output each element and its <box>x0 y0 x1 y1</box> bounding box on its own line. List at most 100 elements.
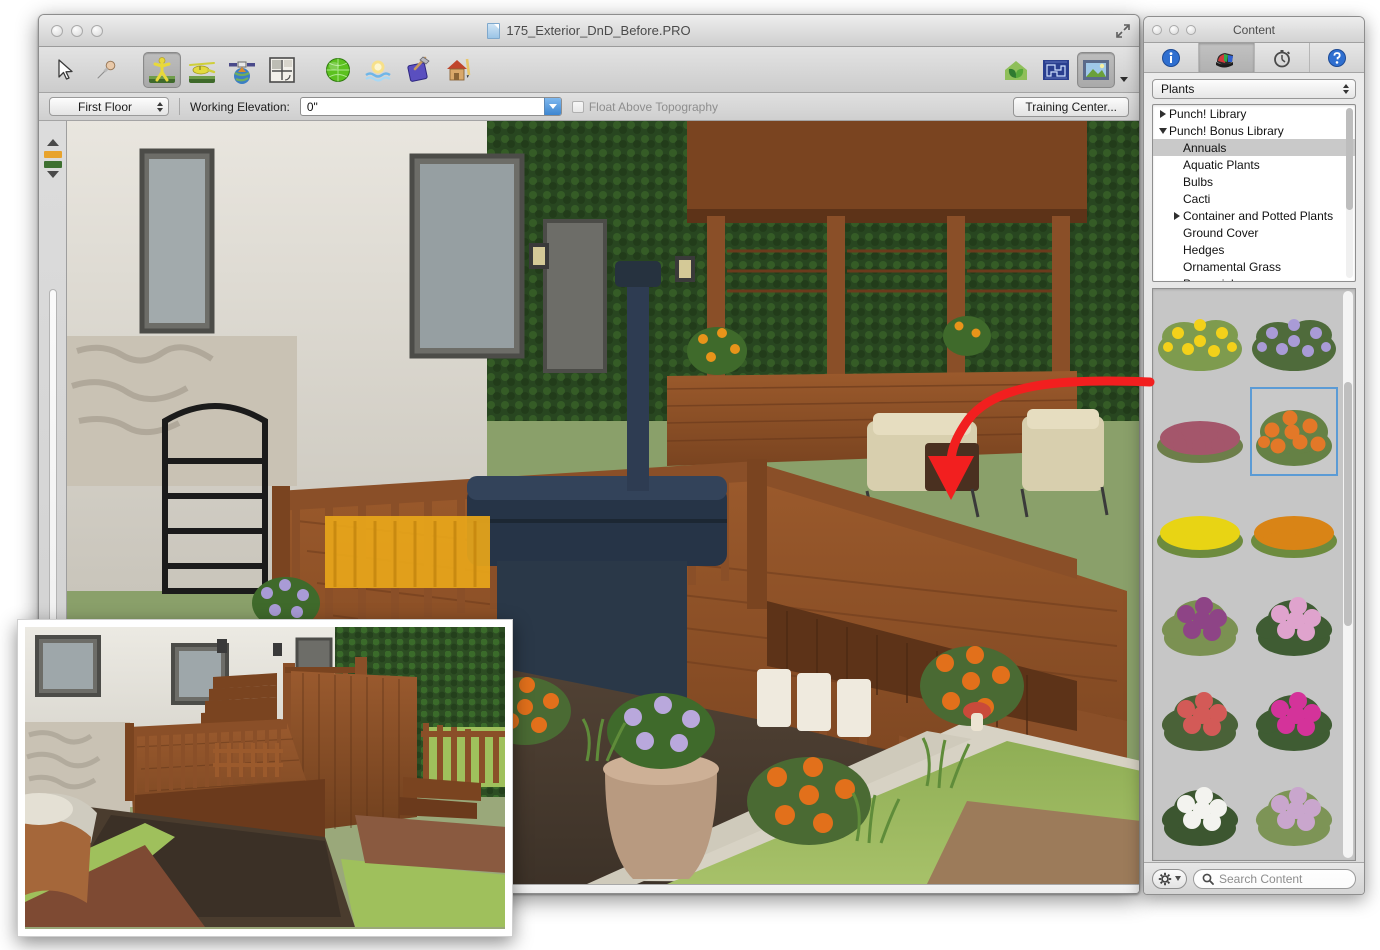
globe-tool[interactable] <box>319 52 357 88</box>
tree-item[interactable]: Bulbs <box>1153 173 1355 190</box>
arrow-select-tool[interactable] <box>47 52 85 88</box>
elevation-band-green <box>44 161 62 168</box>
tree-item[interactable]: Cacti <box>1153 190 1355 207</box>
materials-tool[interactable] <box>399 52 437 88</box>
before-preview-render <box>25 627 505 929</box>
walkthrough-view-tool[interactable] <box>143 52 181 88</box>
blueprint-view[interactable] <box>1037 52 1075 88</box>
tree-item[interactable]: Container and Potted Plants <box>1153 207 1355 224</box>
floor-selector-label: First Floor <box>78 100 132 114</box>
chevron-down-icon[interactable] <box>544 98 561 115</box>
stepper-arrows-icon <box>157 102 163 112</box>
satellite-view-tool[interactable] <box>223 52 261 88</box>
tree-item[interactable]: Aquatic Plants <box>1153 156 1355 173</box>
tree-item-label: Annuals <box>1183 141 1226 155</box>
rendered-3d-view[interactable] <box>1077 52 1115 88</box>
tree-item[interactable]: Punch! Bonus Library <box>1153 122 1355 139</box>
eyedropper-tool[interactable] <box>87 52 125 88</box>
content-actions-button[interactable] <box>1152 869 1187 889</box>
training-center-label: Training Center... <box>1025 100 1117 114</box>
eco-house-view[interactable] <box>997 52 1035 88</box>
tree-item[interactable]: Annuals <box>1153 139 1355 156</box>
tree-item[interactable]: Ornamental Grass <box>1153 258 1355 275</box>
plant-thumbnail-pink-impatiens[interactable] <box>1247 574 1341 669</box>
close-button[interactable] <box>51 25 63 37</box>
document-icon <box>487 23 500 39</box>
category-select[interactable]: Plants <box>1152 79 1356 99</box>
float-above-topography-checkbox[interactable]: Float Above Topography <box>572 100 718 114</box>
view-dropdown-icon[interactable] <box>1117 52 1131 88</box>
plant-thumbnail-red-white-impatiens[interactable] <box>1153 669 1247 764</box>
plant-thumbnail-orange-marigold[interactable] <box>1247 479 1341 574</box>
triangle-down-icon[interactable] <box>47 171 59 178</box>
working-elevation-input[interactable]: 0" <box>300 97 562 116</box>
sun-water-tool[interactable] <box>359 52 397 88</box>
info-tab[interactable] <box>1144 43 1199 72</box>
aerial-view-tool[interactable] <box>183 52 221 88</box>
floor-selector[interactable]: First Floor <box>49 97 169 116</box>
library-tree-scrollbar[interactable] <box>1346 108 1353 278</box>
training-center-button[interactable]: Training Center... <box>1013 97 1129 117</box>
category-select-value: Plants <box>1161 82 1194 96</box>
tree-item-label: Punch! Library <box>1169 107 1246 121</box>
plant-thumbnail-image <box>1248 489 1340 565</box>
plant-thumbnail-magenta-carpet[interactable] <box>1153 384 1247 479</box>
fullscreen-icon[interactable] <box>1115 23 1131 39</box>
zoom-button[interactable] <box>91 25 103 37</box>
library-tree[interactable]: Punch! Library Punch! Bonus Library Annual… <box>1152 104 1356 282</box>
plant-thumbnail-image <box>1154 489 1246 565</box>
working-elevation-value: 0" <box>307 100 318 114</box>
plant-thumbnail-orange-gazania[interactable] <box>1247 384 1341 479</box>
thumbnail-grid-panel[interactable] <box>1152 288 1356 861</box>
main-window-titlebar: 175_Exterior_DnD_Before.PRO <box>39 15 1139 47</box>
window-traffic-lights <box>51 25 103 37</box>
plant-thumbnail-yellow-marigold[interactable] <box>1153 479 1247 574</box>
minimize-button[interactable] <box>71 25 83 37</box>
chevron-right-icon[interactable] <box>1157 110 1169 118</box>
plant-thumbnail-yellow-groundcover[interactable] <box>1153 289 1247 384</box>
content-tab[interactable] <box>1199 43 1254 72</box>
divider <box>179 98 180 115</box>
triangle-up-icon[interactable] <box>47 139 59 146</box>
tree-item[interactable]: Ground Cover <box>1153 224 1355 241</box>
checkbox-box <box>572 101 584 113</box>
plant-thumbnail-white-petunia[interactable] <box>1153 764 1247 859</box>
gear-icon <box>1158 872 1172 886</box>
tree-item-label: Punch! Bonus Library <box>1169 124 1284 138</box>
content-palette-titlebar: Content <box>1144 17 1364 43</box>
tree-resize-handle[interactable] <box>1245 275 1263 280</box>
plant-thumbnail-image <box>1248 299 1340 375</box>
options-bar: First Floor Working Elevation: 0" Float … <box>39 93 1139 121</box>
plant-thumbnail-purple-sage[interactable] <box>1153 574 1247 669</box>
content-palette-window: Content <box>1143 16 1365 895</box>
plant-thumbnail-image <box>1154 679 1246 755</box>
plant-thumbnail-lavender-aster[interactable] <box>1247 289 1341 384</box>
plant-thumbnail-image <box>1248 679 1340 755</box>
tree-item-label: Perennials <box>1183 277 1240 283</box>
tree-item[interactable]: Hedges <box>1153 241 1355 258</box>
timer-tab[interactable] <box>1255 43 1310 72</box>
before-preview-image <box>17 619 513 937</box>
plant-thumbnail-lilac-alyssum[interactable] <box>1247 764 1341 859</box>
tree-item-label: Ornamental Grass <box>1183 260 1281 274</box>
tree-item[interactable]: Punch! Library <box>1153 105 1355 122</box>
magnifier-icon <box>1202 873 1214 885</box>
window-title-group: 175_Exterior_DnD_Before.PRO <box>39 23 1139 39</box>
tree-item-label: Hedges <box>1183 243 1224 257</box>
plant-thumbnail-image <box>1248 584 1340 660</box>
tree-item-label: Ground Cover <box>1183 226 1258 240</box>
plant-thumbnail-magenta-impatiens[interactable] <box>1247 669 1341 764</box>
tree-item-label: Cacti <box>1183 192 1210 206</box>
plant-thumbnail-image <box>1154 299 1246 375</box>
search-input[interactable]: Search Content <box>1193 869 1356 889</box>
house-design-tool[interactable] <box>439 52 477 88</box>
floor-plan-tool[interactable] <box>263 52 301 88</box>
chevron-down-icon <box>1175 876 1181 881</box>
chevron-down-icon[interactable] <box>1157 128 1169 134</box>
window-title: 175_Exterior_DnD_Before.PRO <box>506 23 690 38</box>
search-placeholder: Search Content <box>1219 872 1302 886</box>
help-tab[interactable] <box>1310 43 1364 72</box>
thumbnail-scrollbar[interactable] <box>1343 291 1353 858</box>
elevation-band-orange <box>44 151 62 158</box>
chevron-right-icon[interactable] <box>1171 212 1183 220</box>
